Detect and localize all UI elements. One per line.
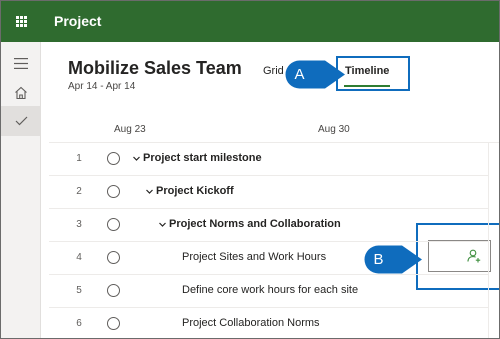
home-icon	[15, 86, 27, 100]
table-row[interactable]: 2 Project Kickoff	[49, 176, 488, 209]
left-rail	[1, 42, 41, 338]
row-number: 2	[76, 186, 82, 197]
callout-a-label: A	[294, 66, 305, 83]
circle-icon[interactable]	[107, 284, 120, 297]
callout-a: A	[285, 60, 349, 89]
plan-title: Mobilize Sales Team	[68, 58, 242, 78]
timeline-column	[488, 143, 499, 338]
chevron-down-icon[interactable]	[159, 221, 166, 228]
table-row[interactable]: 3 Project Norms and Collaboration	[49, 209, 488, 242]
task-title[interactable]: Project Norms and Collaboration	[169, 218, 341, 230]
circle-icon[interactable]	[107, 185, 120, 198]
app-launcher-button[interactable]	[1, 1, 41, 42]
row-number: 4	[76, 252, 82, 263]
timeline-date: Aug 30	[318, 124, 350, 135]
task-title[interactable]: Project Kickoff	[156, 185, 234, 197]
top-bar: Project	[1, 1, 499, 42]
table-row[interactable]: 4 Project Sites and Work Hours	[49, 242, 488, 275]
row-number: 1	[76, 153, 82, 164]
table-row[interactable]: 5 Define core work hours for each site	[49, 275, 488, 308]
menu-button[interactable]	[1, 48, 41, 78]
timeline-date: Aug 23	[114, 124, 146, 135]
hamburger-icon	[14, 57, 28, 69]
chevron-down-icon[interactable]	[133, 155, 140, 162]
app-title: Project	[54, 13, 102, 29]
home-button[interactable]	[1, 78, 41, 108]
waffle-icon	[15, 16, 27, 27]
check-icon	[15, 116, 27, 126]
table-row[interactable]: 1 Project start milestone	[49, 143, 488, 176]
tab-grid[interactable]: Grid	[263, 65, 284, 77]
plan-dates: Apr 14 - Apr 14	[68, 81, 136, 92]
app-window: Project Mobilize Sales Team Apr 14 - Apr…	[0, 0, 500, 339]
task-title[interactable]: Project start milestone	[143, 152, 262, 164]
row-number: 3	[76, 219, 82, 230]
circle-icon[interactable]	[107, 251, 120, 264]
task-list: 1 Project start milestone 2 Project Kick…	[49, 143, 488, 338]
table-row[interactable]: 6 Project Collaboration Norms	[49, 308, 488, 338]
task-title[interactable]: Define core work hours for each site	[182, 284, 358, 296]
circle-icon[interactable]	[107, 317, 120, 330]
chevron-down-icon[interactable]	[146, 188, 153, 195]
task-title[interactable]: Project Sites and Work Hours	[182, 251, 326, 263]
task-title[interactable]: Project Collaboration Norms	[182, 317, 320, 329]
tasks-button[interactable]	[1, 106, 41, 136]
circle-icon[interactable]	[107, 152, 120, 165]
row-number: 6	[76, 318, 82, 329]
circle-icon[interactable]	[107, 218, 120, 231]
row-number: 5	[76, 285, 82, 296]
